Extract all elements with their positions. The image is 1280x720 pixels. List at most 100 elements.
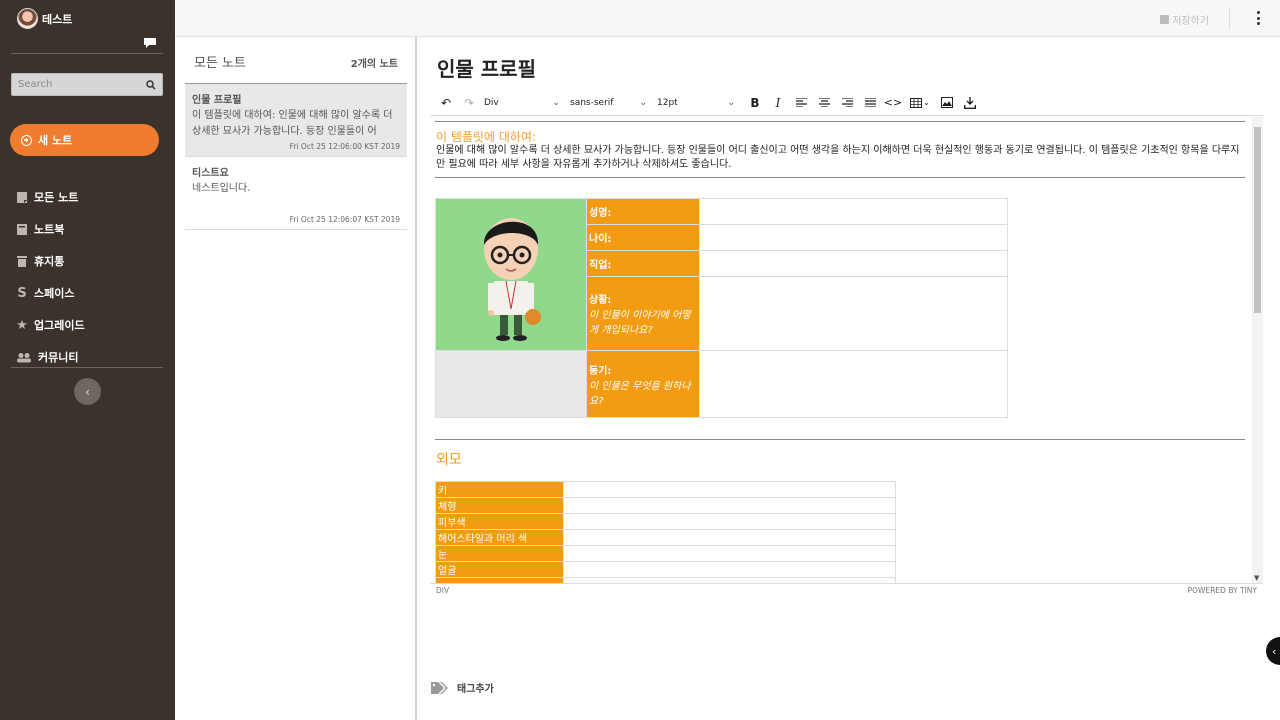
- sidebar-item-notebooks[interactable]: 노트북: [17, 213, 85, 245]
- more-menu-icon[interactable]: [1256, 11, 1260, 25]
- font-size-value: 12pt: [657, 97, 678, 108]
- appearance-label: 체형: [435, 497, 564, 514]
- image-empty-cell: [435, 350, 587, 418]
- character-illustration: [483, 218, 541, 341]
- note-list-header: 모든 노트 2개의 노트: [185, 37, 407, 84]
- save-button[interactable]: 저장하기: [1160, 12, 1209, 27]
- trash-icon: [17, 255, 27, 267]
- search-input[interactable]: [18, 79, 146, 90]
- note-list-panel: 모든 노트 2개의 노트 인물 프로필 이 템플릿에 대하여: 인물에 대해 많…: [175, 37, 417, 720]
- plus-circle-icon: [21, 134, 32, 146]
- align-left-icon[interactable]: [791, 93, 811, 113]
- appearance-label: 눈: [435, 545, 564, 562]
- collapse-sidebar-button[interactable]: ‹: [74, 378, 101, 405]
- new-note-button[interactable]: 새 노트: [10, 124, 159, 156]
- job-value-cell[interactable]: [699, 250, 1008, 278]
- note-list-item[interactable]: 티스트요 네스트입니다. Fri Oct 25 12:06:07 KST 201…: [185, 157, 407, 230]
- sidebar-item-label: 휴지통: [34, 255, 65, 268]
- undo-icon[interactable]: ↶: [436, 93, 456, 113]
- element-path[interactable]: DIV: [436, 586, 449, 596]
- align-justify-icon[interactable]: [860, 93, 880, 113]
- editor-scrollbar[interactable]: ▼: [1252, 117, 1263, 583]
- chevron-down-icon: ⌄: [727, 97, 735, 108]
- note-title-heading[interactable]: 인물 프로필: [437, 53, 536, 82]
- editor-content[interactable]: 이 템플릿에 대하여: 인물에 대해 많이 알수록 더 상세한 묘사가 가능합니…: [430, 117, 1252, 583]
- search-icon[interactable]: [146, 79, 156, 90]
- sidebar-item-trash[interactable]: 휴지통: [17, 245, 85, 277]
- floating-toggle-button[interactable]: ‹: [1266, 637, 1280, 665]
- appearance-label: 키: [435, 481, 564, 498]
- appearance-value[interactable]: [563, 481, 896, 498]
- sidebar-item-label: 커뮤니티: [38, 351, 79, 364]
- note-date: Fri Oct 25 12:06:00 KST 2019: [289, 142, 400, 151]
- code-icon[interactable]: <>: [883, 93, 903, 113]
- situation-value-cell[interactable]: [699, 276, 1008, 351]
- save-icon: [1160, 15, 1170, 24]
- note-preview: 네스트입니다.: [192, 183, 251, 194]
- divider: [11, 367, 163, 368]
- search-box[interactable]: [11, 73, 163, 96]
- sidebar-item-label: 모든 노트: [34, 191, 79, 204]
- font-size-select[interactable]: 12pt ⌄: [657, 98, 735, 108]
- chat-icon[interactable]: [143, 37, 157, 49]
- editor-toolbar: ↶ ↷ Div ⌄ sans-serif ⌄ 12pt ⌄ B I <> ⌄: [430, 90, 1263, 116]
- chevron-left-icon: ‹: [85, 384, 90, 399]
- redo-icon[interactable]: ↷: [459, 93, 479, 113]
- editor-statusbar: DIV POWERED BY TINY: [430, 583, 1263, 596]
- scroll-thumb[interactable]: [1254, 127, 1261, 313]
- name-value-cell[interactable]: [699, 197, 1008, 226]
- download-icon[interactable]: [960, 93, 980, 113]
- about-text: 인물에 대해 많이 알수록 더 상세한 묘사가 가능합니다. 등장 인물들이 어…: [436, 145, 1240, 170]
- bold-icon[interactable]: B: [745, 93, 765, 113]
- top-bar: 저장하기: [175, 0, 1280, 37]
- avatar: [17, 8, 38, 29]
- table-icon[interactable]: ⌄: [906, 93, 934, 113]
- age-label: 나이:: [589, 234, 612, 246]
- appearance-heading: 외모: [436, 452, 462, 468]
- motive-label-cell: 동기: 이 인물은 무엇을 원하나요?: [586, 350, 700, 418]
- appearance-label: 얼굴: [435, 561, 564, 578]
- age-value-cell[interactable]: [699, 224, 1008, 252]
- name-label: 성명:: [589, 208, 612, 220]
- italic-icon[interactable]: I: [768, 93, 788, 113]
- align-right-icon[interactable]: [837, 93, 857, 113]
- note-title: 티스트요: [192, 168, 229, 179]
- sidebar-item-all-notes[interactable]: 모든 노트: [17, 181, 85, 213]
- motive-label: 동기:: [589, 365, 612, 377]
- appearance-value[interactable]: [563, 561, 896, 578]
- tag-area[interactable]: 태그추가: [431, 680, 494, 695]
- new-note-label: 새 노트: [38, 134, 73, 147]
- sidebar-item-upgrade[interactable]: ★ 업그레이드: [16, 309, 84, 341]
- sidebar-item-spaces[interactable]: S 스페이스: [17, 277, 85, 309]
- sidebar-item-community[interactable]: 커뮤니티: [17, 341, 85, 373]
- block-format-select[interactable]: Div ⌄: [484, 98, 560, 108]
- divider: [435, 439, 1245, 440]
- appearance-value[interactable]: [563, 529, 896, 546]
- profile-table: 성명: 나이: 직업: 상황: 이 인물이 이야기에 어떻게 개입되나요? 동기…: [435, 197, 1008, 418]
- user-profile[interactable]: 테스트: [17, 8, 72, 29]
- note-list-item[interactable]: 인물 프로필 이 템플릿에 대하여: 인물에 대해 많이 알수록 더 상세한 묘…: [185, 84, 407, 157]
- appearance-value[interactable]: [563, 513, 896, 530]
- font-family-select[interactable]: sans-serif ⌄: [570, 98, 647, 108]
- sidebar-item-label: 노트북: [34, 223, 65, 236]
- divider: [11, 53, 163, 54]
- appearance-table: 키 체형 피부색 헤어스타일과 머리 색 눈 얼굴: [435, 481, 896, 583]
- note-count: 2개의 노트: [350, 59, 398, 70]
- appearance-value[interactable]: [563, 545, 896, 562]
- star-icon: ★: [16, 317, 28, 333]
- appearance-label: 헤어스타일과 머리 색: [435, 529, 564, 546]
- divider: [1229, 7, 1230, 30]
- powered-by[interactable]: POWERED BY TINY: [1188, 586, 1257, 596]
- motive-value-cell[interactable]: [699, 350, 1008, 418]
- appearance-value[interactable]: [563, 497, 896, 514]
- align-center-icon[interactable]: [814, 93, 834, 113]
- name-label-cell: 성명:: [586, 197, 700, 226]
- image-icon[interactable]: [937, 93, 957, 113]
- character-image: [435, 198, 587, 351]
- code-toggle-icon: ‹: [1272, 644, 1277, 658]
- about-heading: 이 템플릿에 대하여:: [436, 130, 536, 144]
- situation-label: 상황:: [589, 295, 612, 307]
- chevron-down-icon: ⌄: [639, 97, 647, 108]
- note-list-title: 모든 노트: [194, 56, 246, 71]
- scroll-down-icon[interactable]: ▼: [1254, 574, 1259, 582]
